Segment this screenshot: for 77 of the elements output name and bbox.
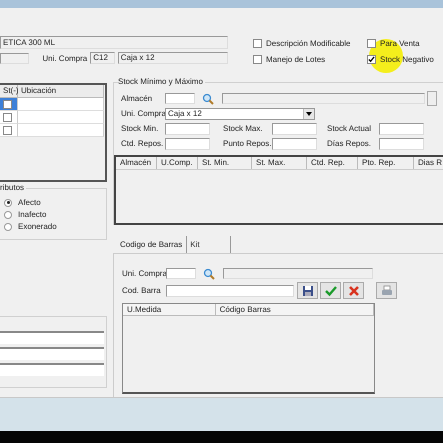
checkbox[interactable] [367,39,376,48]
checkbox-label: Stock Negativo [380,55,434,64]
input-field[interactable] [165,122,210,134]
column-header: Almacén [116,157,157,169]
field-label: Uni. Compra [42,54,88,62]
input-field[interactable] [379,138,424,150]
checkbox-label: Manejo de Lotes [266,55,326,64]
column-header: U.Comp. [157,157,198,169]
field-label: Uni. Compra [121,109,165,118]
table-cell[interactable] [0,111,18,124]
input-field[interactable] [165,138,210,150]
radio-button[interactable] [4,210,12,218]
column-header: Ubicación [18,85,104,98]
save-button[interactable] [297,282,318,299]
column-header: Pto. Rep. [358,157,414,169]
input-field[interactable] [379,122,424,134]
table-cell[interactable] [0,124,18,137]
printer-button[interactable] [376,282,397,299]
input-field[interactable]: Caja x 12 [118,52,228,64]
search-icon[interactable] [203,268,215,280]
input-field[interactable] [0,363,104,376]
radio-label: Exonerado [18,222,57,231]
field-label: Cod. Barra [122,286,162,295]
input-field[interactable] [272,138,317,150]
tab[interactable]: Codigo de Barras [117,236,188,253]
input-field[interactable] [222,93,425,104]
group-title: Stock Mínimo y Máximo [118,77,205,86]
checkbox[interactable] [253,39,262,48]
column-header: St(-) [0,85,18,98]
input-field[interactable] [166,268,196,279]
input-field[interactable] [0,347,104,360]
field-label: Stock Min. [121,124,160,133]
column-header: Código Barras [216,304,374,316]
dropdown[interactable]: Caja x 12 [165,108,315,120]
save-icon [302,284,314,296]
column-header: St. Max. [252,157,307,169]
field-label: Ctd. Repos. [121,139,164,148]
caret-icon [303,108,314,118]
radio-button[interactable] [4,222,12,230]
checkbox-label: Descripción Modificable [266,39,350,48]
input-field[interactable] [223,268,373,279]
input-field[interactable] [0,52,30,64]
checkbox[interactable] [3,126,12,134]
close-button[interactable] [343,282,364,299]
radio-label: Afecto [18,198,41,207]
checkbox[interactable] [253,55,262,64]
table-cell[interactable] [0,98,18,111]
printer-icon [380,284,392,296]
checkbox[interactable] [367,55,376,64]
close-icon [348,284,360,296]
checkbox[interactable] [3,112,12,122]
radio-button[interactable] [4,198,12,206]
column-header: Ctd. Rep. [307,157,358,169]
column-header: St. Min. [198,157,252,169]
input-field[interactable] [165,93,195,104]
radio-label: Inafecto [18,210,46,219]
button[interactable] [427,91,437,106]
tab[interactable]: Kit [187,236,232,253]
search-icon[interactable] [202,92,214,104]
group-title: ributos [0,183,26,192]
input-field[interactable] [0,331,104,344]
field-label: Almacén [121,94,154,103]
field-label: Punto Repos. [223,139,272,148]
checkbox-label: Para Venta [380,39,420,48]
input-field[interactable]: ETICA 300 ML [0,36,228,49]
field-label: Días Repos. [327,139,372,148]
field-label: Stock Actual [327,124,372,133]
field-label: Uni. Compra [122,269,166,278]
check-button[interactable] [320,282,341,299]
check-icon [324,284,336,296]
field-label: Stock Max. [223,124,264,133]
checkbox[interactable] [3,100,12,108]
input-field[interactable]: C12 [90,52,115,64]
input-field[interactable] [166,284,294,296]
column-header: U.Medida [123,304,216,316]
input-field[interactable] [272,122,317,134]
column-header: Dias R [417,157,443,169]
